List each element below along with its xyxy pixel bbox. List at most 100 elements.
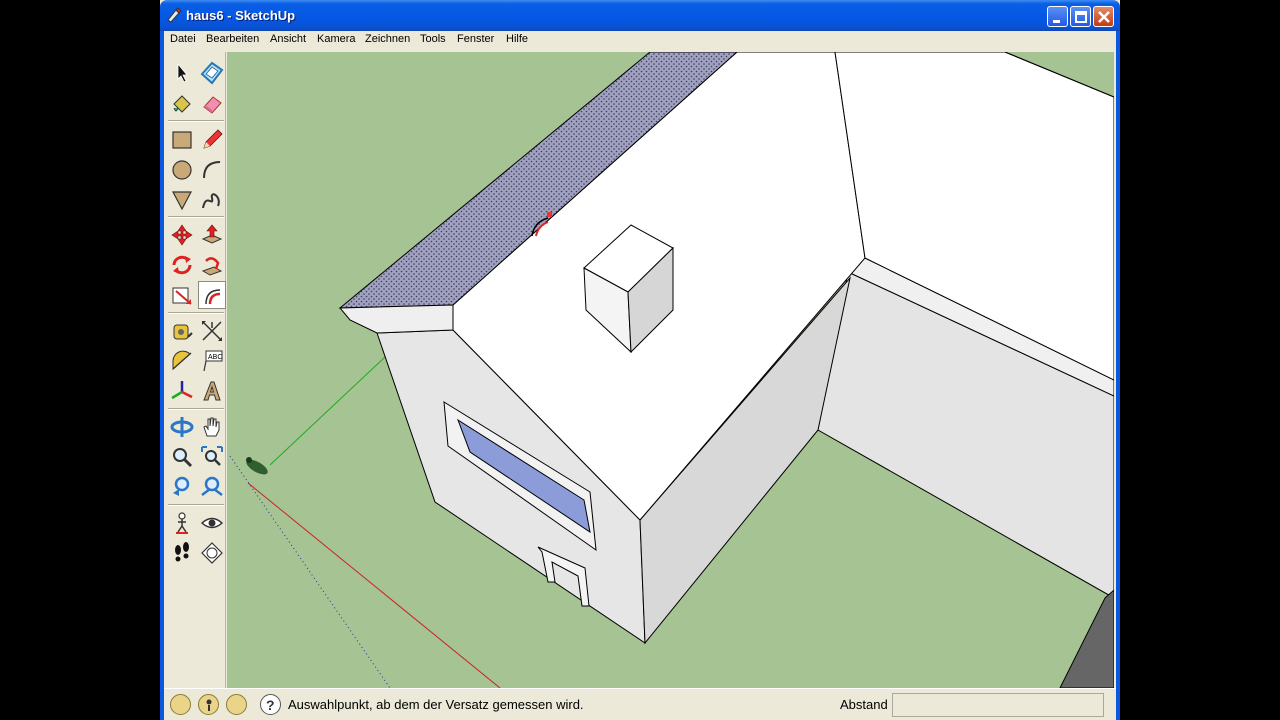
menu-hilfe[interactable]: Hilfe [506, 33, 528, 45]
scale-tool[interactable] [168, 281, 196, 309]
status-message: Auswahlpunkt, ab dem der Versatz gemesse… [288, 697, 584, 712]
walk-tool[interactable] [168, 539, 196, 567]
svg-text:?: ? [266, 697, 275, 713]
toolbar-separator [168, 312, 224, 314]
polygon-tool[interactable] [168, 186, 196, 214]
toolbar-separator [168, 120, 224, 122]
menu-bearbeiten[interactable]: Bearbeiten [206, 33, 259, 45]
position-camera-icon [176, 512, 188, 534]
select-arrow-icon [177, 62, 188, 83]
rotate-tool[interactable] [168, 251, 196, 279]
zoom-icon [173, 448, 193, 468]
paint-bucket-tool[interactable] [168, 90, 196, 118]
move-tool[interactable] [168, 221, 196, 249]
title-bar[interactable]: haus6 - SketchUp [160, 0, 1120, 31]
maximize-button[interactable] [1070, 6, 1091, 27]
zoom-window-tool[interactable] [198, 443, 226, 471]
paint-bucket-icon [173, 95, 191, 113]
close-icon [1098, 11, 1110, 23]
rectangle-tool[interactable] [168, 126, 196, 154]
menu-tools[interactable]: Tools [420, 33, 446, 45]
look-around-eye-icon [200, 517, 224, 529]
arc-tool[interactable] [198, 156, 226, 184]
pan-hand-icon [203, 417, 220, 437]
axes-tool[interactable] [168, 377, 196, 405]
rectangle-icon [172, 131, 192, 149]
zoom-extents-icon [201, 476, 223, 496]
pan-tool[interactable] [198, 413, 226, 441]
arc-icon [203, 161, 221, 179]
menu-kamera[interactable]: Kamera [317, 33, 356, 45]
freehand-tool[interactable] [198, 186, 226, 214]
axes-icon [171, 381, 193, 400]
help-button[interactable]: ? [260, 694, 281, 715]
scale-icon [172, 287, 192, 305]
minimize-icon [1053, 20, 1060, 23]
model-scene [227, 52, 1114, 688]
eraser-tool[interactable] [198, 90, 226, 118]
section-plane-tool[interactable] [198, 539, 226, 567]
eraser-icon [203, 96, 222, 114]
previous-view-icon [173, 476, 190, 496]
offset-tool[interactable] [198, 281, 226, 309]
pencil-icon [203, 129, 223, 149]
orbit-tool[interactable] [168, 413, 196, 441]
toolbar-separator [168, 216, 224, 218]
line-tool[interactable] [198, 126, 226, 154]
large-toolset-toolbar: ABC [164, 52, 226, 688]
move-icon [171, 224, 193, 246]
protractor-icon [172, 350, 192, 371]
position-camera-tool[interactable] [168, 509, 196, 537]
toolbar-separator [168, 504, 224, 506]
measurements-box[interactable] [892, 693, 1104, 717]
previous-view-tool[interactable] [168, 473, 196, 501]
freehand-icon [202, 193, 220, 209]
look-around-tool[interactable] [198, 509, 226, 537]
maximize-icon [1075, 11, 1087, 23]
menu-datei[interactable]: Datei [170, 33, 196, 45]
measurements-label: Abstand [840, 697, 888, 712]
question-mark-icon: ? [266, 697, 275, 713]
zoom-tool[interactable] [168, 443, 196, 471]
3d-viewport[interactable] [227, 52, 1114, 688]
window-frame-right [1116, 31, 1120, 720]
push-pull-tool[interactable] [198, 221, 226, 249]
zoom-extents-tool[interactable] [198, 473, 226, 501]
person-icon [206, 699, 212, 711]
menu-ansicht[interactable]: Ansicht [270, 33, 306, 45]
dimension-tool[interactable] [198, 317, 226, 345]
dimension-icon [202, 321, 222, 341]
select-tool[interactable] [168, 59, 196, 87]
3d-text-tool[interactable] [198, 377, 226, 405]
menu-bar: Datei Bearbeiten Ansicht Kamera Zeichnen… [164, 31, 1116, 50]
circle-icon [172, 160, 192, 180]
follow-me-tool[interactable] [198, 251, 226, 279]
tape-measure-tool[interactable] [168, 317, 196, 345]
sketchup-window: haus6 - SketchUp Datei Bearbeiten Ansich… [160, 0, 1120, 720]
minimize-button[interactable] [1047, 6, 1068, 27]
menu-zeichnen[interactable]: Zeichnen [365, 33, 410, 45]
svg-text:ABC: ABC [208, 354, 222, 361]
protractor-tool[interactable] [168, 347, 196, 375]
circle-tool[interactable] [168, 156, 196, 184]
make-component-tool[interactable] [198, 59, 226, 87]
text-tool[interactable]: ABC [198, 347, 226, 375]
close-button[interactable] [1093, 6, 1114, 27]
push-pull-icon [201, 224, 223, 244]
component-icon [200, 61, 224, 85]
credits-icon[interactable] [198, 694, 219, 715]
text-icon: ABC [203, 350, 223, 372]
walk-footprints-icon [175, 542, 189, 562]
sign-in-icon[interactable] [226, 694, 247, 715]
geo-location-icon[interactable] [170, 694, 191, 715]
3d-text-icon [203, 381, 221, 401]
status-bar: ? Auswahlpunkt, ab dem der Versatz gemes… [164, 688, 1116, 720]
orbit-icon [170, 417, 194, 437]
tape-measure-icon [173, 324, 193, 340]
follow-me-icon [201, 257, 223, 276]
section-plane-icon [201, 542, 223, 564]
zoom-window-icon [201, 446, 223, 466]
window-title: haus6 - SketchUp [186, 8, 296, 23]
menu-fenster[interactable]: Fenster [457, 33, 494, 45]
rotate-icon [172, 255, 192, 275]
